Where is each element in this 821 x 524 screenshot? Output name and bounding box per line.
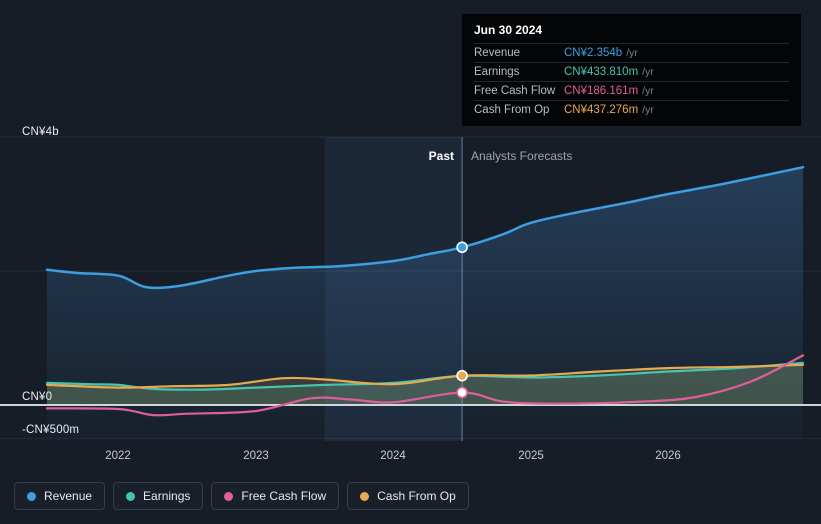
tooltip-label: Earnings	[474, 66, 520, 78]
tooltip-suffix: /yr	[626, 47, 638, 59]
x-tick-2025: 2025	[518, 450, 544, 462]
legend-item-cash-from-op[interactable]: Cash From Op	[347, 482, 469, 510]
tooltip-row-revenue: Revenue CN¥2.354b /yr	[474, 43, 789, 62]
tooltip-date: Jun 30 2024	[474, 23, 543, 37]
tooltip-label: Free Cash Flow	[474, 85, 556, 97]
x-tick-2026: 2026	[655, 450, 681, 462]
tooltip-suffix: /yr	[642, 66, 654, 78]
legend-item-earnings[interactable]: Earnings	[113, 482, 204, 510]
earnings-series-dot-icon	[126, 491, 136, 501]
x-tick-2023: 2023	[243, 450, 269, 462]
tooltip-row-free-cash-flow: Free Cash Flow CN¥186.161m /yr	[474, 81, 789, 100]
y-axis-label-neg500m: -CN¥500m	[22, 424, 80, 436]
data-tooltip: Jun 30 2024 Revenue CN¥2.354b /yr Earnin…	[462, 14, 801, 126]
y-axis-label-4b: CN¥4b	[22, 126, 59, 138]
x-tick-2022: 2022	[105, 450, 131, 462]
legend-item-revenue[interactable]: Revenue	[14, 482, 106, 510]
y-axis-label-0: CN¥0	[22, 391, 53, 403]
tooltip-label: Cash From Op	[474, 104, 550, 116]
tooltip-value: CN¥433.810m	[564, 66, 639, 78]
past-label: Past	[428, 149, 454, 163]
tooltip-row-earnings: Earnings CN¥433.810m /yr	[474, 62, 789, 81]
tooltip-row-cash-from-op: Cash From Op CN¥437.276m /yr	[474, 100, 789, 119]
x-tick-2024: 2024	[380, 450, 406, 462]
legend-label: Cash From Op	[377, 489, 456, 503]
legend-label: Revenue	[44, 489, 93, 503]
tooltip-label: Revenue	[474, 47, 521, 59]
tooltip-value: CN¥186.161m	[564, 85, 639, 97]
earnings-and-revenue-growth-chart: CN¥4b CN¥0 -CN¥500m Past Analysts Foreca…	[0, 0, 821, 524]
tooltip-value: CN¥2.354b	[564, 47, 623, 59]
legend-label: Earnings	[143, 489, 191, 503]
legend-label: Free Cash Flow	[241, 489, 327, 503]
analysts-forecasts-label: Analysts Forecasts	[471, 149, 573, 163]
chart-legend: Revenue Earnings Free Cash Flow Cash Fro…	[14, 482, 469, 510]
tooltip-suffix: /yr	[642, 104, 654, 116]
free-cash-flow-series-dot-icon	[224, 491, 234, 501]
tooltip-value: CN¥437.276m	[564, 104, 639, 116]
legend-item-free-cash-flow[interactable]: Free Cash Flow	[211, 482, 340, 510]
revenue-series-dot-icon	[27, 491, 36, 501]
cash-from-op-series-dot-icon	[360, 491, 370, 501]
tooltip-suffix: /yr	[642, 85, 654, 97]
